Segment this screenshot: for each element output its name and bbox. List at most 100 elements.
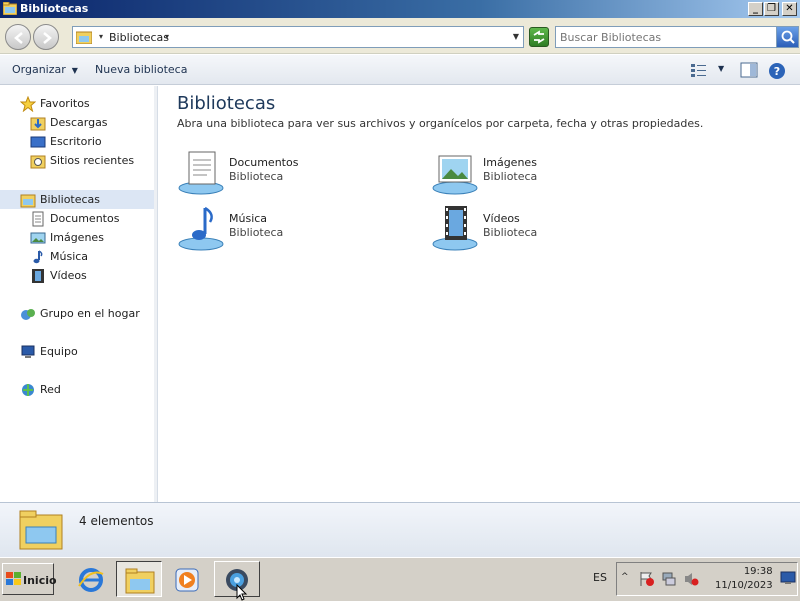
nav-item-label: Vídeos [50, 269, 87, 282]
chevron-down-icon: ▼ [71, 66, 78, 75]
nav-item-downloads[interactable]: Descargas [30, 113, 150, 132]
new-library-label: Nueva biblioteca [95, 63, 188, 76]
new-library-button[interactable]: Nueva biblioteca [95, 63, 187, 76]
nav-favorites[interactable]: Favoritos [20, 94, 150, 113]
search-button[interactable] [776, 27, 798, 47]
taskbar-explorer[interactable] [116, 561, 162, 597]
nav-item-recent-places[interactable]: Sitios recientes [30, 151, 150, 170]
nav-computer-label: Equipo [40, 345, 78, 358]
start-label: Inicio [23, 574, 57, 587]
library-name: Vídeos [483, 212, 520, 225]
language-indicator[interactable]: ES [593, 571, 607, 584]
view-dropdown-icon[interactable]: ▼ [718, 64, 724, 73]
media-player-icon [175, 568, 199, 592]
explorer-folder-icon [125, 568, 155, 594]
view-options-icon[interactable] [690, 62, 708, 78]
breadcrumb-dropdown-icon[interactable]: ▾ [165, 32, 169, 41]
taskbar-media-player[interactable] [164, 561, 210, 597]
nav-item-documents[interactable]: Documentos [30, 209, 150, 228]
refresh-icon [533, 30, 545, 44]
nav-homegroup-label: Grupo en el hogar [40, 307, 140, 320]
clock-time: 19:38 [743, 566, 773, 577]
system-tray: ^ 19:38 11/10/2023 [616, 562, 798, 596]
search-input[interactable] [560, 30, 772, 44]
music-library-icon [178, 206, 224, 251]
nav-libraries[interactable]: Bibliotecas [0, 190, 157, 209]
nav-network[interactable]: Red [20, 380, 150, 399]
action-center-flag-icon[interactable] [639, 571, 655, 587]
documents-library-icon [178, 151, 224, 195]
refresh-button[interactable] [529, 27, 549, 47]
taskbar: Inicio ES ^ 19:38 11/10/2023 [0, 557, 800, 601]
window-title: Bibliotecas [20, 2, 89, 15]
page-title: Bibliotecas [177, 93, 276, 114]
nav-item-label: Documentos [50, 212, 120, 225]
navigation-pane: Favoritos Descargas Escritorio Sitios re… [0, 86, 158, 502]
address-bar[interactable]: ▾ Bibliotecas ▾ ▼ [72, 26, 524, 48]
library-name: Imágenes [483, 156, 537, 169]
library-type: Biblioteca [483, 170, 538, 183]
libraries-folder-icon [3, 2, 17, 15]
star-icon [20, 96, 36, 112]
breadcrumb-chevron-icon[interactable]: ▾ [99, 32, 103, 41]
clock[interactable]: 19:38 11/10/2023 [715, 565, 773, 593]
forward-button[interactable] [33, 24, 59, 50]
network-status-icon[interactable] [661, 571, 677, 587]
nav-item-pictures[interactable]: Imágenes [30, 228, 150, 247]
nav-item-label: Música [50, 250, 89, 263]
computer-icon [21, 345, 35, 358]
address-history-dropdown-icon[interactable]: ▼ [513, 32, 519, 41]
videos-library-icon [432, 206, 478, 251]
back-button[interactable] [5, 24, 31, 50]
nav-item-videos[interactable]: Vídeos [30, 266, 150, 285]
library-type: Biblioteca [229, 226, 284, 239]
command-bar: Organizar ▼ Nueva biblioteca ▼ ? [0, 55, 800, 85]
address-toolbar: ▾ Bibliotecas ▾ ▼ [0, 18, 800, 54]
nav-item-label: Descargas [50, 116, 108, 129]
documents-icon [32, 211, 44, 227]
library-type: Biblioteca [483, 226, 538, 239]
library-item-documents[interactable]: Documentos Biblioteca [177, 148, 397, 198]
details-pane: 4 elementos [0, 502, 800, 557]
homegroup-icon [21, 309, 35, 320]
nav-item-label: Escritorio [50, 135, 102, 148]
item-count: 4 elementos [79, 514, 154, 528]
show-desktop-icon[interactable] [780, 571, 796, 585]
nav-network-label: Red [40, 383, 61, 396]
libraries-folder-icon [76, 31, 92, 44]
library-item-videos[interactable]: Vídeos Biblioteca [431, 204, 651, 254]
clock-date: 11/10/2023 [715, 580, 773, 591]
nav-homegroup[interactable]: Grupo en el hogar [20, 304, 150, 323]
internet-explorer-icon [78, 568, 104, 592]
library-name: Música [229, 212, 268, 225]
nav-libraries-label: Bibliotecas [40, 193, 101, 206]
title-bar[interactable]: Bibliotecas _ ❐ ✕ [0, 0, 800, 18]
forward-arrow-icon [43, 32, 52, 44]
search-icon [781, 30, 795, 44]
nav-item-music[interactable]: Música [30, 247, 150, 266]
show-hidden-icons-icon[interactable]: ^ [621, 572, 629, 582]
nav-computer[interactable]: Equipo [20, 342, 150, 361]
help-icon[interactable]: ? [768, 62, 786, 80]
restore-button[interactable]: ❐ [764, 2, 779, 16]
nav-item-desktop[interactable]: Escritorio [30, 132, 150, 151]
windows-logo-icon [6, 572, 21, 585]
svg-text:?: ? [774, 65, 780, 78]
pane-splitter[interactable] [154, 86, 157, 502]
start-button[interactable]: Inicio [2, 563, 57, 595]
taskbar-internet-explorer[interactable] [68, 561, 114, 597]
minimize-button[interactable]: _ [748, 2, 763, 16]
downloads-folder-icon [30, 117, 46, 131]
organize-menu[interactable]: Organizar ▼ [12, 63, 78, 76]
volume-muted-icon[interactable] [683, 571, 699, 587]
breadcrumb-libraries[interactable]: Bibliotecas [109, 31, 169, 44]
search-box[interactable] [555, 26, 799, 48]
music-note-icon [33, 250, 43, 264]
preview-pane-icon[interactable] [740, 62, 758, 78]
library-item-music[interactable]: Música Biblioteca [177, 204, 397, 254]
library-item-pictures[interactable]: Imágenes Biblioteca [431, 148, 651, 198]
nav-item-label: Sitios recientes [50, 154, 135, 167]
explorer-window: Bibliotecas _ ❐ ✕ ▾ Bibliotecas ▾ ▼ Busc… [0, 0, 800, 557]
close-button[interactable]: ✕ [782, 2, 797, 16]
desktop-icon [30, 136, 46, 148]
